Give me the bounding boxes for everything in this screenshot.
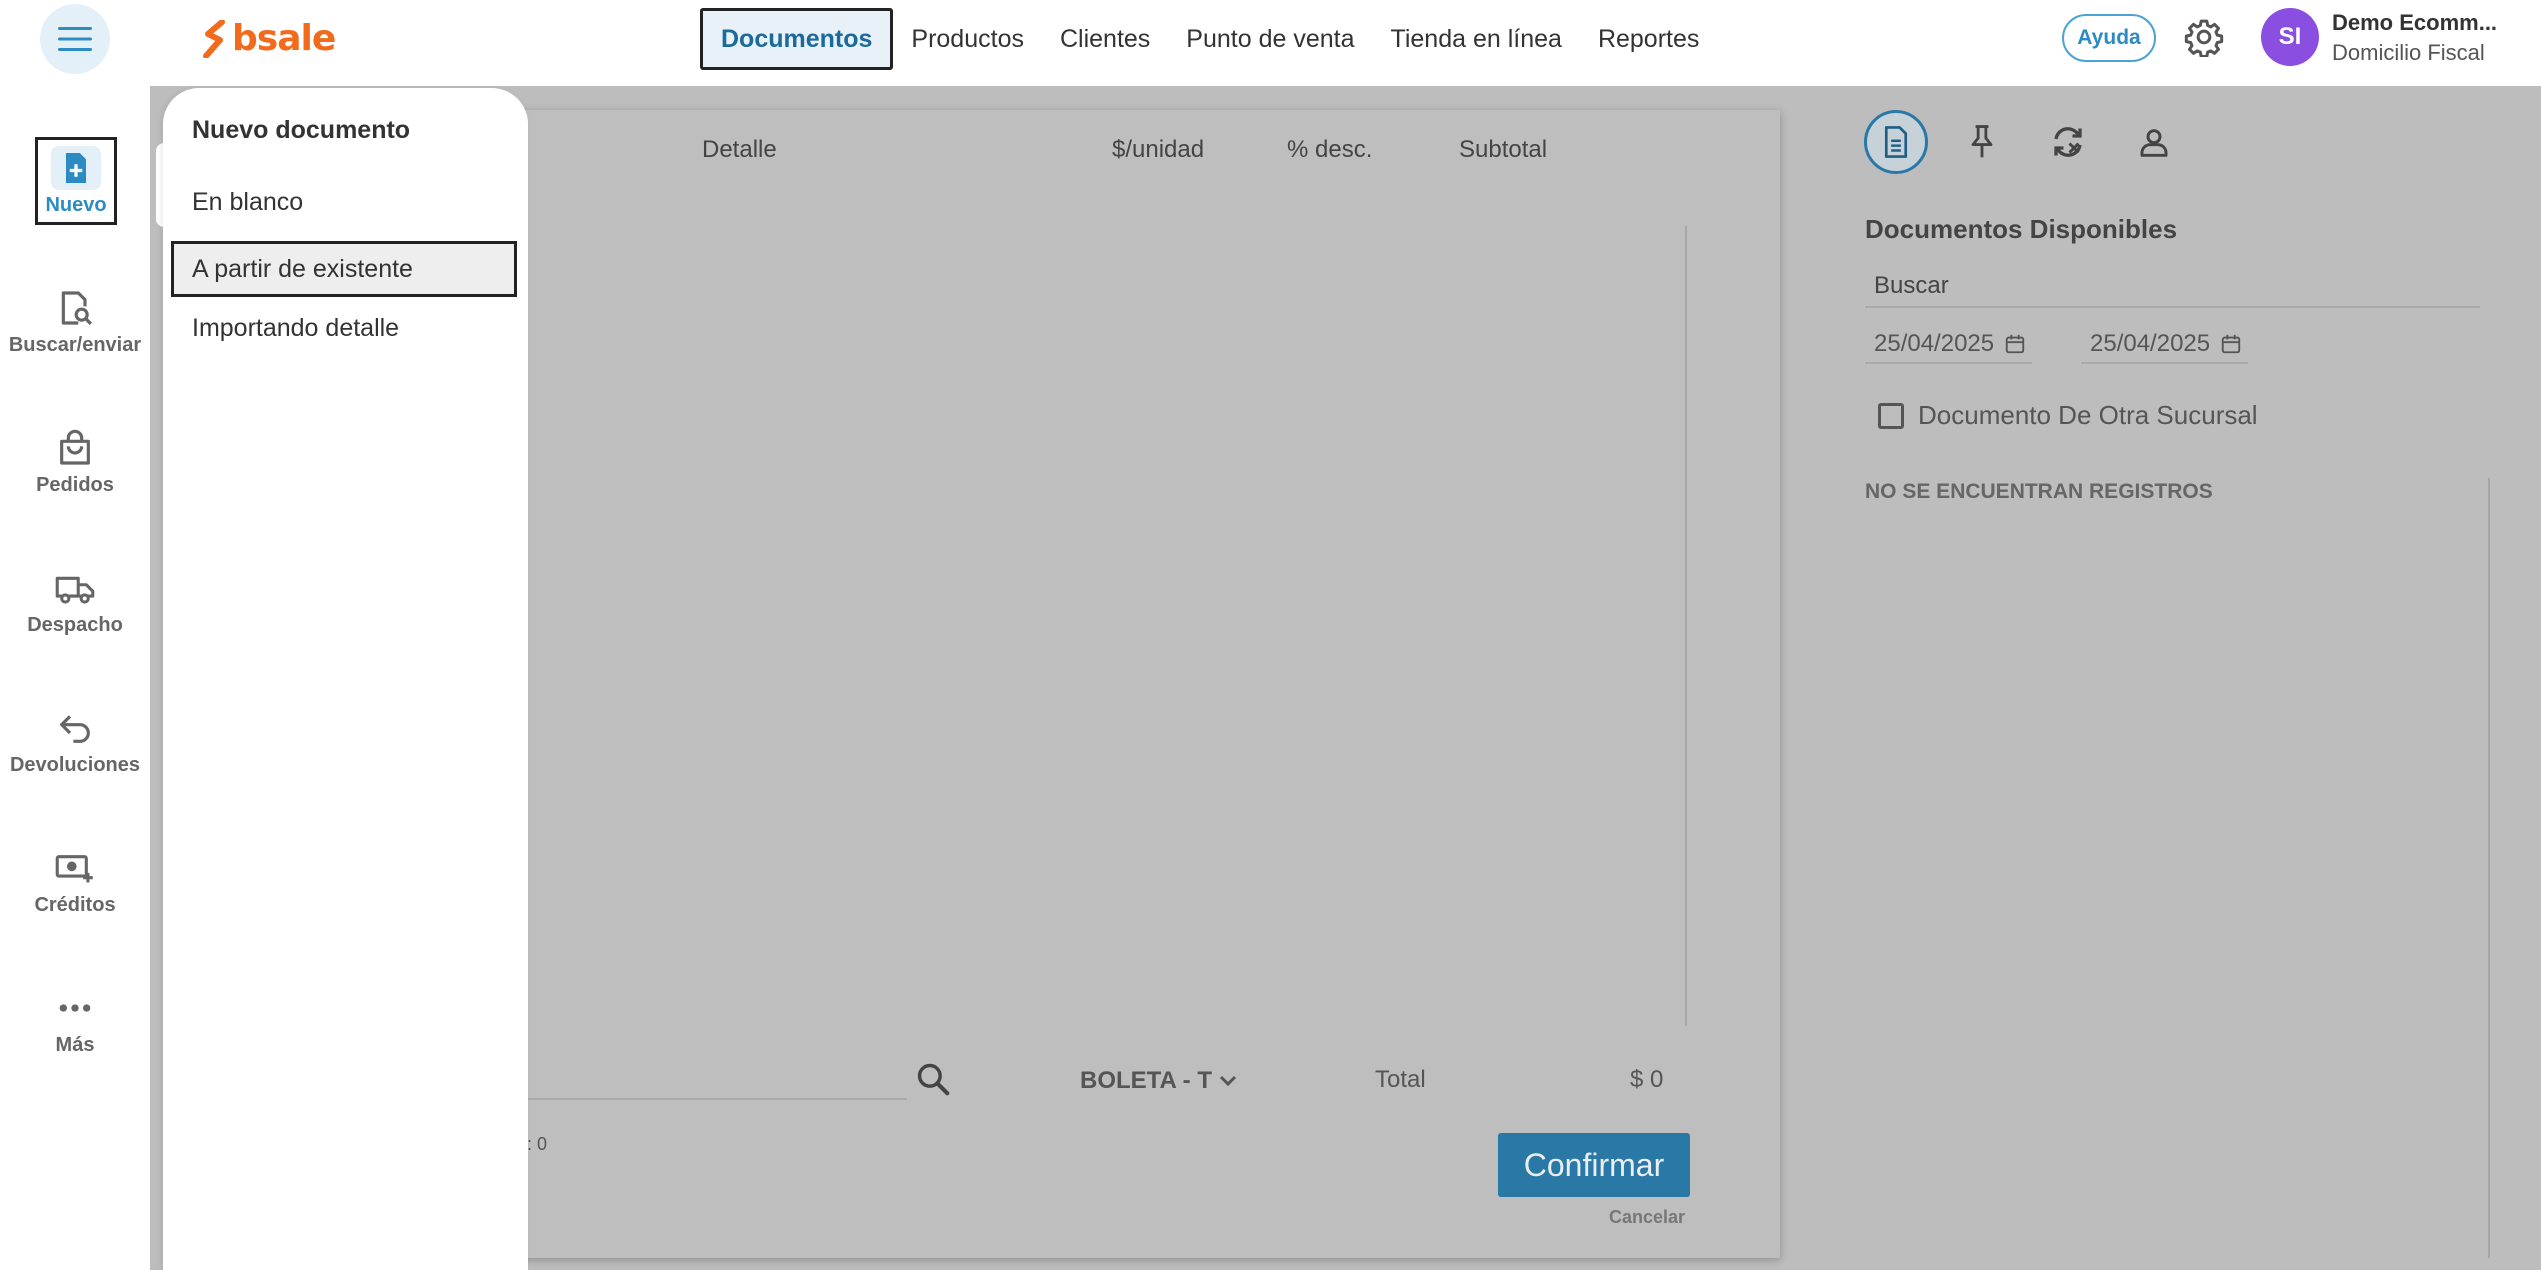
tab-documents[interactable]: [1864, 110, 1928, 174]
sidebar-item-label: Más: [55, 1034, 95, 1056]
nav-reportes[interactable]: Reportes: [1580, 8, 1717, 70]
user-branch: Domicilio Fiscal: [2332, 40, 2485, 65]
document-type-select[interactable]: BOLETA - T: [1080, 1067, 1238, 1095]
top-header: bsale Documentos Productos Clientes Punt…: [0, 0, 2541, 86]
date-to-field[interactable]: 25/04/2025: [2081, 330, 2249, 364]
sidebar-item-label: Créditos: [34, 894, 116, 916]
other-branch-checkbox[interactable]: [1878, 402, 1904, 429]
date-from-field[interactable]: 25/04/2025: [1865, 330, 2033, 364]
date-from-value: 25/04/2025: [1874, 330, 1995, 357]
more-dots-icon: [59, 1004, 91, 1012]
sidebar-item-buscar-enviar[interactable]: Buscar/enviar: [0, 288, 150, 357]
main-nav: Documentos Productos Clientes Punto de v…: [700, 8, 1717, 70]
calendar-icon: [2005, 334, 2025, 354]
sidebar-item-label: Buscar/enviar: [8, 334, 142, 356]
sidebar-item-pedidos[interactable]: Pedidos: [0, 428, 150, 497]
document-search-icon: [61, 291, 93, 326]
sidebar-item-despacho[interactable]: Despacho: [0, 568, 150, 637]
menu-title: Nuevo documento: [192, 116, 411, 144]
settings-button[interactable]: [2184, 17, 2224, 57]
product-search-button[interactable]: [914, 1060, 952, 1098]
sidebar-item-label: Pedidos: [36, 474, 114, 496]
tab-pinned[interactable]: [1950, 110, 2014, 174]
sidebar-item-label: Despacho: [27, 614, 123, 636]
left-sidebar: Nuevo Buscar/enviar Pedidos Despacho Dev…: [0, 86, 150, 1270]
document-icon: [1884, 126, 1908, 158]
avatar[interactable]: SI: [2261, 8, 2319, 66]
column-header-subtotal: Subtotal: [1459, 136, 1548, 163]
gear-icon: [2184, 19, 2224, 57]
documents-search-input[interactable]: Buscar: [1865, 272, 2480, 308]
user-info[interactable]: Demo Ecomm... Domicilio Fiscal: [2332, 10, 2497, 66]
other-branch-label: Documento De Otra Sucursal: [1918, 400, 2258, 430]
menu-item-importando-detalle[interactable]: Importando detalle: [192, 314, 399, 343]
bsale-logo[interactable]: bsale: [202, 18, 336, 59]
return-arrow-icon: [60, 715, 90, 743]
empty-state-message: NO SE ENCUENTRAN REGISTROS: [1865, 480, 2213, 503]
sync-off-icon: [2054, 127, 2082, 157]
nav-tienda-en-linea[interactable]: Tienda en línea: [1373, 8, 1580, 70]
detail-scrollbar[interactable]: [1685, 226, 1687, 1026]
person-icon: [2140, 129, 2168, 157]
available-documents-title: Documentos Disponibles: [1865, 214, 2178, 244]
date-to-value: 25/04/2025: [2090, 330, 2211, 357]
shopping-bag-icon: [60, 429, 90, 465]
help-button[interactable]: Ayuda: [2062, 14, 2156, 62]
new-document-icon: [66, 153, 86, 183]
documents-list-scrollbar[interactable]: [2488, 478, 2490, 1258]
column-header-detalle: Detalle: [702, 136, 777, 163]
new-document-menu: Nuevo documento En blanco A partir de ex…: [163, 88, 528, 1270]
bsale-logo-icon: [203, 19, 225, 58]
sidebar-item-creditos[interactable]: Créditos: [0, 848, 150, 917]
document-type-value: BOLETA - T: [1080, 1067, 1212, 1094]
total-label: Total: [1375, 1066, 1426, 1093]
right-panel-tabs: [1864, 110, 2186, 174]
confirm-button[interactable]: Confirmar: [1498, 1133, 1690, 1197]
nav-documentos[interactable]: Documentos: [700, 8, 894, 70]
nav-productos[interactable]: Productos: [893, 8, 1042, 70]
product-search-input[interactable]: [527, 1098, 907, 1100]
sidebar-item-devoluciones[interactable]: Devoluciones: [0, 708, 150, 777]
user-name: Demo Ecomm...: [2332, 10, 2498, 35]
nav-punto-de-venta[interactable]: Punto de venta: [1168, 8, 1372, 70]
nav-clientes[interactable]: Clientes: [1042, 8, 1168, 70]
calendar-icon: [2221, 334, 2241, 354]
search-icon: [917, 1063, 950, 1096]
truck-icon: [55, 576, 95, 604]
money-credit-icon: [55, 855, 93, 883]
cancel-link[interactable]: Cancelar: [1609, 1207, 1685, 1228]
hamburger-icon: [58, 27, 92, 51]
sidebar-item-label: Devoluciones: [9, 754, 141, 776]
tab-client[interactable]: [2122, 110, 2186, 174]
other-branch-checkbox-row[interactable]: Documento De Otra Sucursal: [1878, 400, 2258, 431]
sidebar-item-nuevo[interactable]: Nuevo: [35, 137, 117, 225]
menu-item-a-partir-de-existente[interactable]: A partir de existente: [171, 241, 517, 297]
column-header-discount: % desc.: [1287, 136, 1373, 163]
sidebar-item-mas[interactable]: Más: [0, 988, 150, 1057]
total-value: $ 0: [1630, 1066, 1664, 1093]
chevron-down-icon: [1219, 1075, 1237, 1087]
column-header-unit-price: $/unidad: [1112, 136, 1205, 163]
item-count: : 0: [527, 1134, 548, 1154]
sidebar-item-label: Nuevo: [45, 194, 107, 216]
menu-item-en-blanco[interactable]: En blanco: [192, 188, 303, 217]
tab-sync[interactable]: [2036, 110, 2100, 174]
pin-icon: [1971, 125, 1993, 158]
menu-button[interactable]: [40, 4, 110, 74]
logo-text: bsale: [232, 18, 336, 59]
